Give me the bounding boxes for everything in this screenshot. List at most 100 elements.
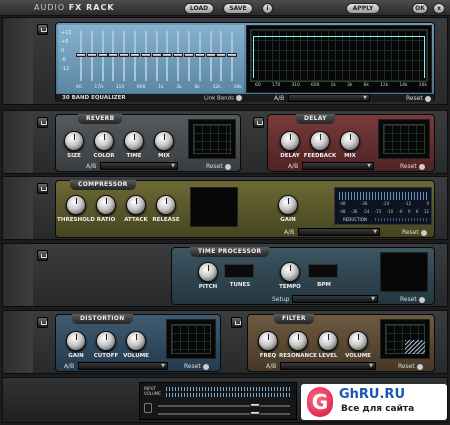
- apply-button[interactable]: APPLY: [346, 3, 380, 14]
- delay-mix-knob[interactable]: [340, 131, 360, 151]
- eq-graph: 60 170 310 600 1k 3k 6k 12k 14k 16k: [246, 25, 432, 93]
- eq-band-handle[interactable]: [151, 53, 162, 57]
- eq-band-handle[interactable]: [162, 53, 173, 57]
- time-processor-rack: TIME PROCESSOR PITCH TUNES TEMPO BPM Set…: [2, 243, 448, 307]
- filter-preset-dropdown[interactable]: [280, 362, 376, 370]
- time-display: [380, 252, 428, 292]
- eq-band-handle[interactable]: [194, 53, 205, 57]
- filter-panel: FILTER FREQ RESONANCE LEVEL VOLUME A/B R…: [247, 314, 435, 372]
- eq-band-handle[interactable]: [216, 53, 227, 57]
- eq-power-icon[interactable]: [37, 24, 48, 35]
- eq-band-handle[interactable]: [108, 53, 119, 57]
- delay-feedback-knob[interactable]: [310, 131, 330, 151]
- filter-level-knob[interactable]: [318, 331, 338, 351]
- reverb-display: [188, 119, 236, 159]
- distortion-volume-knob[interactable]: [126, 331, 146, 351]
- eq-curve: [253, 36, 425, 78]
- eq-band-handle[interactable]: [97, 53, 108, 57]
- master-slider-handle-1[interactable]: [250, 403, 260, 407]
- ratio-knob[interactable]: [96, 195, 116, 215]
- save-button[interactable]: SAVE: [223, 3, 253, 14]
- link-bands-toggle[interactable]: Link Bands: [204, 95, 242, 102]
- eq-band-handle[interactable]: [76, 53, 86, 57]
- eq-name: 30 BAND EQUALIZER: [62, 95, 126, 101]
- delay-power-icon[interactable]: [253, 117, 264, 128]
- eq-band-handle[interactable]: [173, 53, 184, 57]
- eq-band-handle[interactable]: [130, 53, 140, 57]
- delay-panel: DELAY DELAY FEEDBACK MIX A/B Reset: [267, 114, 435, 172]
- distortion-reset-button[interactable]: Reset: [184, 363, 209, 370]
- master-slider-track-2[interactable]: [158, 413, 290, 415]
- pitch-knob[interactable]: [198, 262, 218, 282]
- distortion-power-icon[interactable]: [37, 317, 48, 328]
- master-slider-track-1[interactable]: [158, 405, 290, 407]
- threshold-knob[interactable]: [66, 195, 86, 215]
- compressor-panel: COMPRESSOR THRESHOLD RATIO ATTACK RELEAS…: [55, 180, 435, 238]
- distortion-title: DISTORTION: [72, 314, 133, 324]
- watermark: G GhRU.RU Все для сайта: [301, 384, 447, 420]
- info-button[interactable]: i: [262, 3, 273, 14]
- filter-reset-button[interactable]: Reset: [398, 363, 423, 370]
- distortion-display: [166, 319, 216, 359]
- eq-preset-dropdown[interactable]: [288, 94, 370, 102]
- attack-knob[interactable]: [126, 195, 146, 215]
- compressor-reset-button[interactable]: Reset: [402, 229, 427, 236]
- time-reset-button[interactable]: Reset: [400, 296, 425, 303]
- bpm-display: [308, 264, 338, 278]
- delay-display: [378, 119, 430, 159]
- eq-band-handle[interactable]: [227, 53, 238, 57]
- time-processor-title: TIME PROCESSOR: [190, 247, 270, 257]
- release-knob[interactable]: [156, 195, 176, 215]
- reverb-power-icon[interactable]: [37, 117, 48, 128]
- watermark-logo: G: [307, 387, 333, 417]
- volume-meter: [166, 393, 290, 397]
- distortion-filter-rack: DISTORTION GAIN CUTOFF VOLUME A/B Reset …: [2, 310, 448, 374]
- eq-ab-label: A/B: [274, 95, 285, 102]
- ok-button[interactable]: OK: [412, 3, 428, 14]
- watermark-tagline: Все для сайта: [341, 404, 415, 414]
- compressor-power-icon[interactable]: [37, 183, 48, 194]
- filter-volume-knob[interactable]: [348, 331, 368, 351]
- reverb-reset-button[interactable]: Reset: [206, 163, 231, 170]
- time-power-icon[interactable]: [37, 250, 48, 261]
- delay-time-knob[interactable]: [280, 131, 300, 151]
- delay-preset-dropdown[interactable]: [302, 162, 374, 170]
- load-button[interactable]: LOAD: [184, 3, 214, 14]
- close-button[interactable]: x: [433, 3, 445, 14]
- eq-band-handle[interactable]: [86, 53, 97, 57]
- master-power-icon[interactable]: [144, 403, 152, 413]
- time-setup-dropdown[interactable]: [292, 295, 378, 303]
- rack-side: [3, 18, 33, 104]
- distortion-gain-knob[interactable]: [66, 331, 86, 351]
- filter-display: [380, 319, 430, 359]
- eq-slider-area: +12 +6 0 -6 -12 60 170 310 600 1k 3k 6k 12k 16k: [58, 25, 244, 93]
- eq-band-handle[interactable]: [205, 53, 216, 57]
- master-meter-panel: INPUT VOLUME: [139, 382, 297, 420]
- eq-band-handle[interactable]: [119, 53, 130, 57]
- reverb-preset-dropdown[interactable]: [100, 162, 178, 170]
- reverb-delay-rack: REVERB SIZE COLOR TIME MIX A/B Reset DEL…: [2, 110, 448, 174]
- reverb-color-knob[interactable]: [94, 131, 114, 151]
- compressor-gain-knob[interactable]: [278, 195, 298, 215]
- tempo-knob[interactable]: [280, 262, 300, 282]
- eq-reset-button[interactable]: Reset: [406, 95, 431, 102]
- filter-freq-knob[interactable]: [258, 331, 278, 351]
- distortion-panel: DISTORTION GAIN CUTOFF VOLUME A/B Reset: [55, 314, 221, 372]
- time-processor-panel: TIME PROCESSOR PITCH TUNES TEMPO BPM Set…: [171, 247, 435, 305]
- reverb-mix-knob[interactable]: [154, 131, 174, 151]
- delay-reset-button[interactable]: Reset: [400, 163, 425, 170]
- reverb-time-knob[interactable]: [124, 131, 144, 151]
- compressor-display: [190, 187, 238, 227]
- compressor-preset-dropdown[interactable]: [298, 228, 380, 236]
- filter-resonance-knob[interactable]: [288, 331, 308, 351]
- distortion-cutoff-knob[interactable]: [96, 331, 116, 351]
- compressor-rack: COMPRESSOR THRESHOLD RATIO ATTACK RELEAS…: [2, 176, 448, 240]
- reverb-panel: REVERB SIZE COLOR TIME MIX A/B Reset: [55, 114, 241, 172]
- distortion-preset-dropdown[interactable]: [78, 362, 168, 370]
- master-slider-handle-2[interactable]: [250, 411, 260, 415]
- delay-title: DELAY: [296, 114, 335, 124]
- eq-band-handle[interactable]: [184, 53, 194, 57]
- eq-band-handle[interactable]: [140, 53, 151, 57]
- filter-power-icon[interactable]: [231, 317, 242, 328]
- reverb-size-knob[interactable]: [64, 131, 84, 151]
